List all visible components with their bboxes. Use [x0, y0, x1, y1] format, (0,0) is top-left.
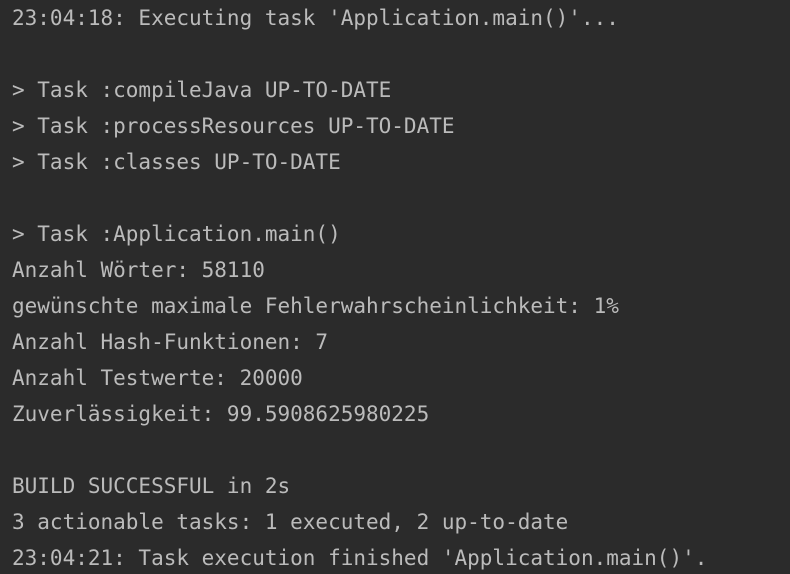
output-line-error-probability: gewünschte maximale Fehlerwahrscheinlich… [12, 294, 619, 318]
task-line-application-main: > Task :Application.main() [12, 222, 341, 246]
output-line-word-count: Anzahl Wörter: 58110 [12, 258, 265, 282]
task-line-process-resources: > Task :processResources UP-TO-DATE [12, 114, 455, 138]
actionable-tasks-summary: 3 actionable tasks: 1 executed, 2 up-to-… [12, 510, 569, 534]
task-line-compile-java: > Task :compileJava UP-TO-DATE [12, 78, 392, 102]
task-line-classes: > Task :classes UP-TO-DATE [12, 150, 341, 174]
output-line-reliability: Zuverlässigkeit: 99.5908625980225 [12, 402, 430, 426]
output-line-test-values: Anzahl Testwerte: 20000 [12, 366, 303, 390]
run-console-output[interactable]: 23:04:18: Executing task 'Application.ma… [0, 0, 790, 574]
output-line-hash-functions: Anzahl Hash-Funktionen: 7 [12, 330, 329, 354]
task-start-line: 23:04:18: Executing task 'Application.ma… [12, 6, 619, 30]
task-finished-line: 23:04:21: Task execution finished 'Appli… [12, 546, 708, 570]
build-result-line: BUILD SUCCESSFUL in 2s [12, 474, 291, 498]
